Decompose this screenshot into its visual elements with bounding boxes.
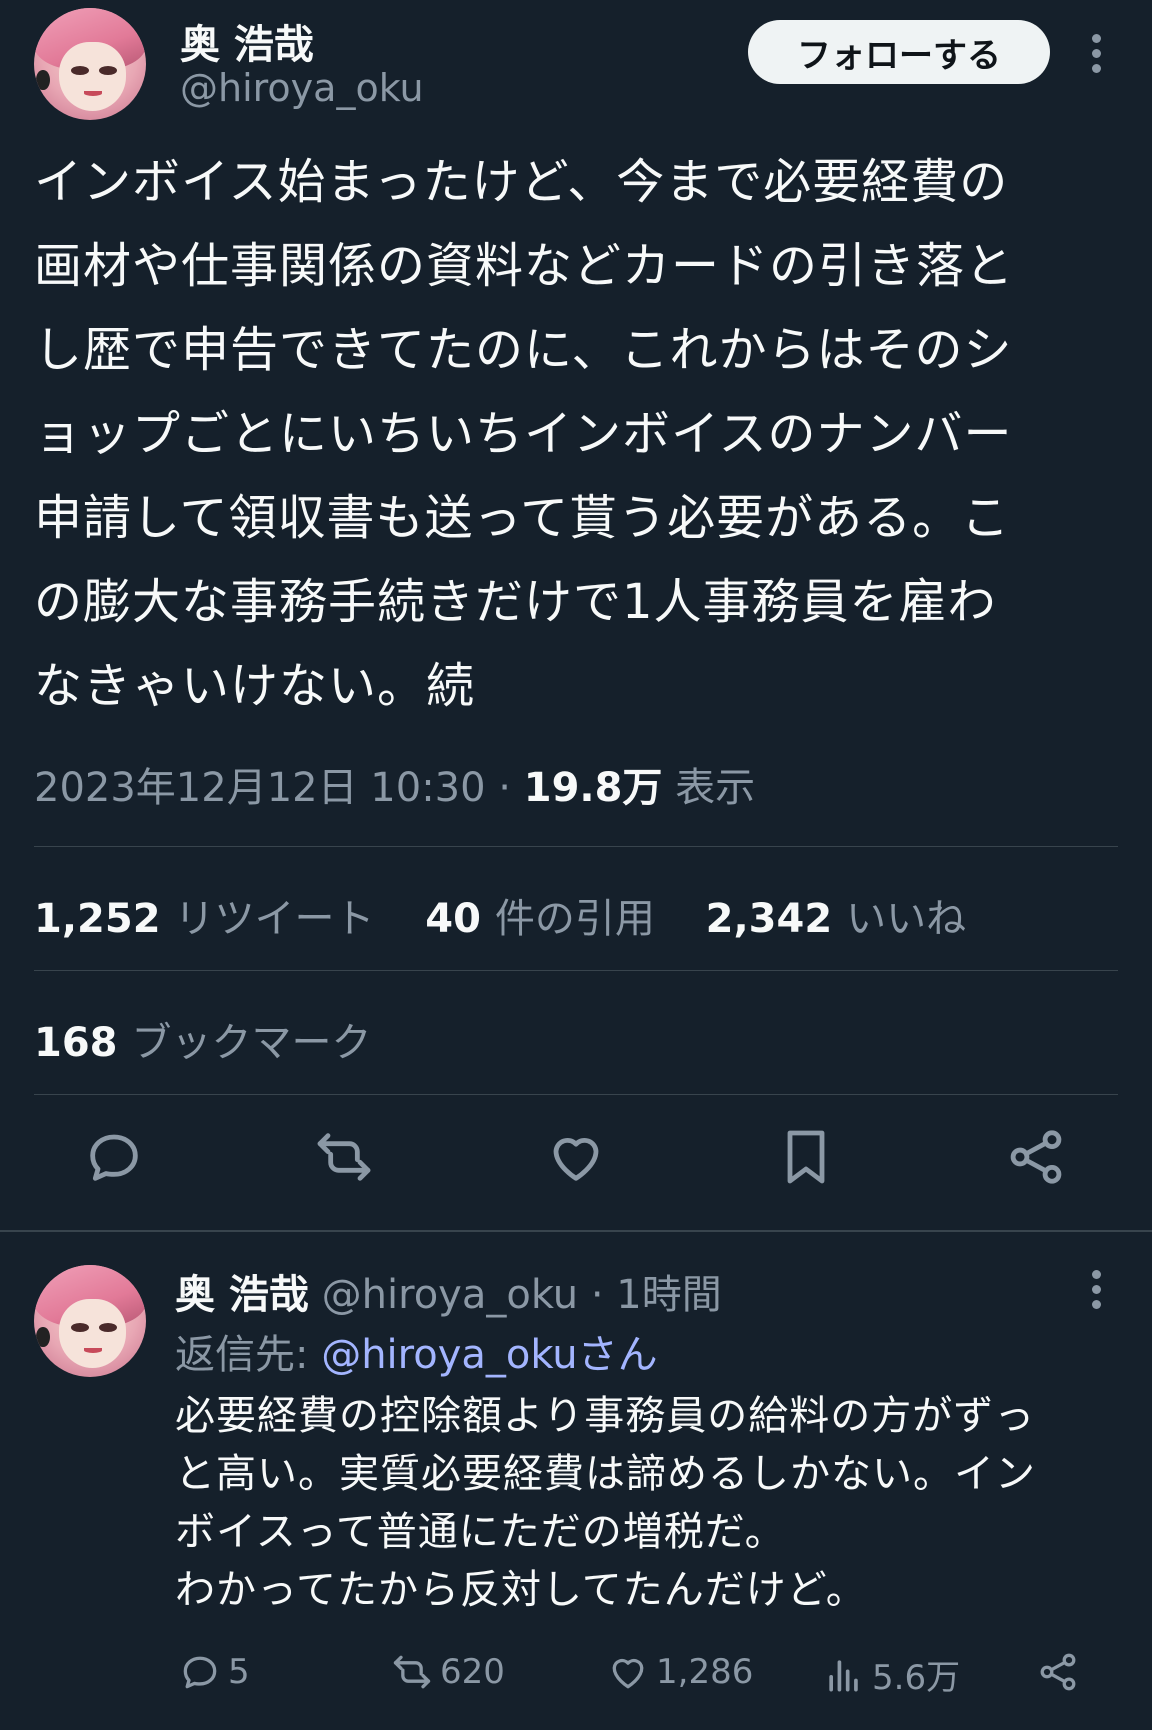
quotes-stat[interactable]: 40 件の引用 [425, 896, 655, 942]
retweet-icon[interactable] [312, 1125, 376, 1189]
likes-stat[interactable]: 2,342 いいね [706, 896, 967, 942]
reply-author-avatar[interactable] [34, 1265, 146, 1377]
retweets-stat[interactable]: 1,252 リツイート [34, 896, 375, 942]
tweet-line: し歴で申告できてたのに、これからはそのシ [34, 322, 1013, 378]
reply-to-mention[interactable]: @hiroya_okuさん [321, 1332, 657, 1378]
more-icon[interactable] [1090, 34, 1102, 79]
section-separator [0, 1230, 1152, 1232]
reply-header: 奥 浩哉 @hiroya_oku · 1時間 [175, 1262, 722, 1320]
views-count: 19.8万 [523, 765, 663, 811]
tweet-line: インボイス始まったけど、今まで必要経費の [34, 154, 1009, 210]
reply-views-count: 5.6万 [872, 1658, 961, 1698]
reply-author-name[interactable]: 奥 浩哉 [175, 1272, 309, 1318]
main-tweet: 奥 浩哉 @hiroya_oku フォローする インボイス始まったけど、今まで必… [0, 0, 1152, 1230]
reply-replies-count: 5 [228, 1652, 250, 1692]
author-name[interactable]: 奥 浩哉 [180, 12, 314, 70]
divider [34, 846, 1118, 847]
author-avatar[interactable] [34, 8, 146, 120]
heart-icon[interactable] [544, 1125, 608, 1189]
engagement-stats: 1,252 リツイート 40 件の引用 2,342 いいね [34, 886, 1004, 944]
tweet-text: インボイス始まったけど、今まで必要経費の 画材や仕事関係の資料などカードの引き落… [34, 140, 1124, 728]
divider [34, 1094, 1118, 1095]
views-icon [829, 1659, 858, 1691]
heart-icon [612, 1658, 644, 1689]
reply-to: 返信先: @hiroya_okuさん [175, 1322, 658, 1380]
timestamp[interactable]: 2023年12月12日 10:30 · [34, 765, 511, 811]
reply-reply-button[interactable]: 5 [178, 1650, 250, 1694]
reply-retweet-button[interactable]: 620 [390, 1650, 505, 1694]
follow-button[interactable]: フォローする [748, 20, 1050, 84]
bookmarks-stat[interactable]: 168 ブックマーク [34, 1010, 372, 1068]
reply-icon[interactable] [82, 1125, 146, 1189]
reply-icon [183, 1656, 217, 1689]
share-icon [1040, 1653, 1076, 1691]
tweet-line: ョップごとにいちいちインボイスのナンバー [34, 406, 1013, 462]
tweet-line: 画材や仕事関係の資料などカードの引き落と [34, 238, 1015, 294]
retweet-icon [393, 1655, 431, 1689]
reply-retweets-count: 620 [440, 1652, 505, 1692]
views-label: 表示 [675, 765, 756, 811]
tweet-meta: 2023年12月12日 10:30 · 19.8万 表示 [34, 755, 755, 813]
tweet-line: の膨大な事務手続きだけで1人事務員を雇わ [34, 574, 997, 630]
reply-views-button[interactable]: 5.6万 [822, 1650, 960, 1699]
reply-line: 必要経費の控除額より事務員の給料の方がずっ [175, 1393, 1036, 1439]
tweet-line: 申請して領収書も送って貰う必要がある。こ [34, 490, 1011, 546]
divider [34, 970, 1118, 971]
reply-text: 必要経費の控除額より事務員の給料の方がずっ と高い。実質必要経費は諦めるしかない… [175, 1387, 1135, 1619]
reply-author-handle[interactable]: @hiroya_oku · 1時間 [322, 1272, 722, 1318]
share-icon[interactable] [1004, 1125, 1068, 1189]
tweet-line: なきゃいけない。続 [34, 658, 476, 714]
reply-to-label: 返信先: [175, 1332, 309, 1378]
more-icon[interactable] [1090, 1270, 1102, 1315]
action-bar [0, 1125, 1152, 1205]
reply-line: ボイスって普通にただの増税だ。 [175, 1509, 786, 1555]
reply-action-bar: 5 620 1,286 5.6万 [0, 1650, 1152, 1710]
reply-share-button[interactable] [1036, 1650, 1086, 1694]
reply-line: と高い。実質必要経費は諦めるしかない。イン [175, 1451, 1036, 1497]
reply-line: わかってたから反対してたんだけど。 [175, 1567, 867, 1613]
reply-likes-count: 1,286 [656, 1652, 754, 1692]
author-handle[interactable]: @hiroya_oku [180, 66, 424, 110]
bookmark-icon[interactable] [774, 1125, 838, 1189]
reply-like-button[interactable]: 1,286 [606, 1650, 753, 1694]
